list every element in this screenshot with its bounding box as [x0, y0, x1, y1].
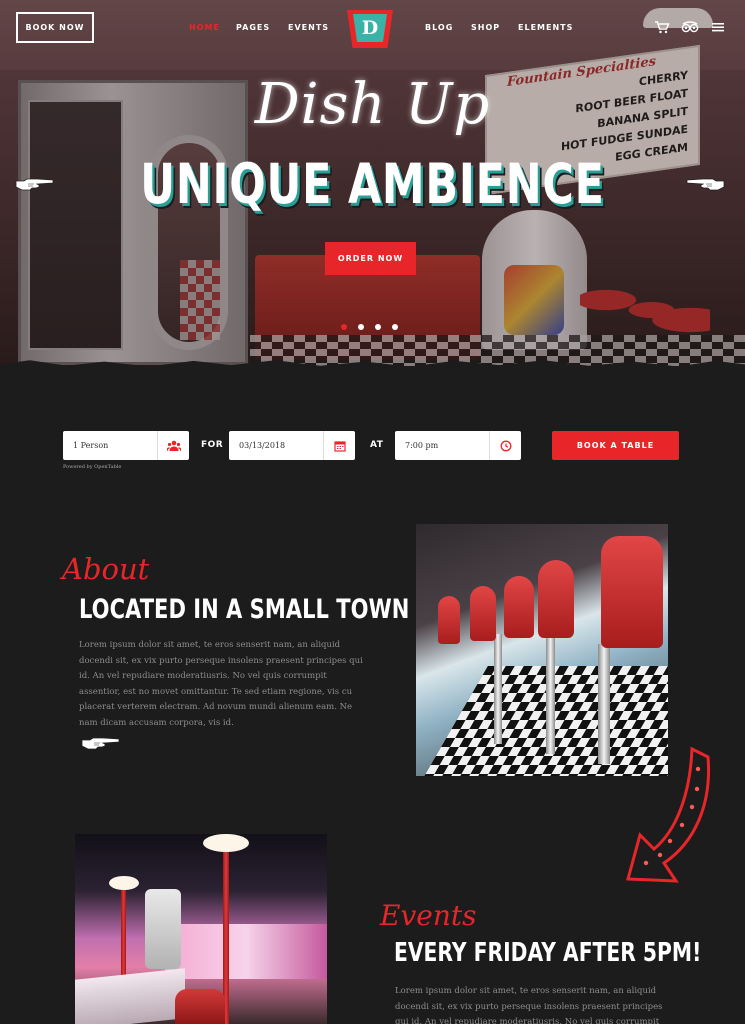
hand-pointer-icon [81, 737, 120, 750]
nav-item-elements[interactable]: ELEMENTS [518, 23, 573, 32]
powered-by-label[interactable]: Powered by OpenTable [63, 464, 121, 470]
tripadvisor-icon[interactable] [681, 20, 699, 34]
nav-item-home[interactable]: HOME [189, 23, 220, 32]
neon-arrow-icon [626, 746, 711, 883]
slider-dot[interactable] [392, 324, 398, 330]
events-script: Events [380, 899, 477, 932]
time-value: 7:00 pm [405, 441, 439, 450]
photo-seat [175, 989, 225, 1024]
about-script: About [62, 552, 150, 586]
top-nav: BOOK NOW HOME PAGES EVENTS D BLOG SHOP E… [0, 0, 745, 55]
photo-lamp [109, 876, 139, 890]
slider-dot[interactable] [341, 324, 347, 330]
events-text: Lorem ipsum dolor sit amet, te eros sens… [395, 986, 663, 1024]
photo-bar-counter [165, 924, 327, 979]
menu-icon[interactable] [711, 20, 725, 34]
events-title: EVERY FRIDAY AFTER 5PM! [394, 938, 702, 968]
stool-pole [546, 634, 555, 754]
for-label: FOR [201, 440, 224, 450]
book-a-table-button[interactable]: BOOK A TABLE [552, 431, 679, 460]
stool-pole [494, 634, 502, 744]
stool-seat [470, 586, 496, 641]
hand-pointer-icon [15, 178, 54, 191]
book-now-button[interactable]: BOOK NOW [16, 12, 94, 43]
stool-seat [601, 536, 663, 648]
hero-script-title: Dish Up [254, 72, 491, 137]
nav-item-pages[interactable]: PAGES [236, 23, 270, 32]
stool-pole [598, 644, 610, 764]
party-size-value: 1 Person [73, 441, 109, 450]
photo-table [75, 968, 185, 1024]
clock-icon-box [489, 431, 521, 460]
nav-item-blog[interactable]: BLOG [425, 23, 453, 32]
time-field[interactable]: 7:00 pm [395, 431, 521, 460]
about-text: Lorem ipsum dolor sit amet, te eros sens… [79, 640, 363, 728]
about-title: LOCATED IN A SMALL TOWN [79, 594, 410, 625]
party-size-select[interactable]: 1 Person [63, 431, 189, 460]
stool-seat [438, 596, 460, 644]
date-value: 03/13/2018 [239, 441, 286, 450]
at-label: AT [370, 440, 384, 450]
hero-title: UNIQUE AMBIENCE [140, 152, 605, 216]
nav-item-shop[interactable]: SHOP [471, 23, 500, 32]
calendar-icon-box [323, 431, 355, 460]
users-icon-box [157, 431, 189, 460]
slider-dots [341, 324, 398, 330]
about-photo-diner-stools [416, 524, 668, 776]
order-now-button[interactable]: ORDER NOW [325, 242, 416, 275]
events-photo-diner-interior [75, 834, 327, 1024]
clock-icon [500, 440, 511, 451]
users-icon [166, 440, 181, 451]
photo-gas-pump [145, 889, 181, 969]
photo-lamp [203, 834, 249, 852]
hero-section: Fountain Specialties CHERRY ROOT BEER FL… [0, 0, 745, 366]
slider-dot[interactable] [358, 324, 364, 330]
stool-seat [538, 560, 574, 638]
cart-icon[interactable] [654, 20, 670, 34]
logo[interactable]: D [353, 14, 387, 42]
nav-item-events[interactable]: EVENTS [288, 23, 329, 32]
calendar-icon [333, 440, 346, 452]
slider-dot[interactable] [375, 324, 381, 330]
date-field[interactable]: 03/13/2018 [229, 431, 355, 460]
stool-seat [504, 576, 534, 638]
hand-pointer-icon [686, 178, 725, 191]
